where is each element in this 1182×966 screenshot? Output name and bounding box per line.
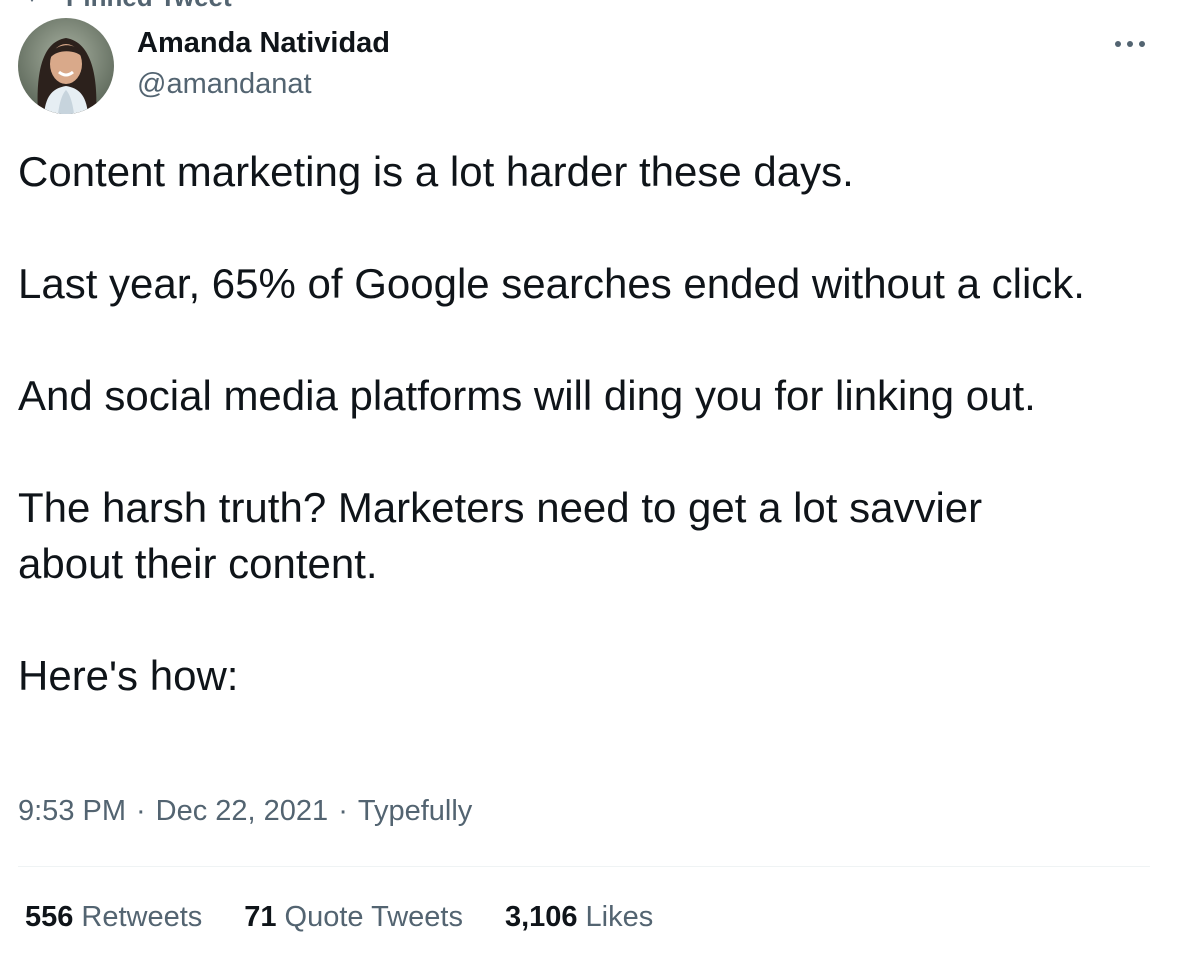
quote-tweets-stat[interactable]: 71 Quote Tweets bbox=[244, 901, 463, 934]
quote-tweets-count: 71 bbox=[244, 901, 277, 933]
tweet-source[interactable]: Typefully bbox=[358, 795, 472, 828]
tweet-paragraph: Here's how: bbox=[18, 652, 239, 699]
more-dots-icon bbox=[1115, 41, 1145, 47]
divider bbox=[18, 866, 1150, 867]
author-display-name[interactable]: Amanda Natividad bbox=[137, 27, 390, 60]
pin-icon bbox=[18, 0, 46, 8]
tweet-text: Content marketing is a lot harder these … bbox=[18, 144, 1168, 704]
tweet-metadata: 9:53 PM · Dec 22, 2021 · Typefully bbox=[18, 795, 472, 828]
tweet-time[interactable]: 9:53 PM bbox=[18, 795, 126, 828]
retweets-label: Retweets bbox=[81, 901, 203, 933]
tweet-paragraph: Last year, 65% of Google searches ended … bbox=[18, 260, 1085, 307]
tweet-paragraph: Content marketing is a lot harder these … bbox=[18, 148, 854, 195]
tweet-paragraph: And social media platforms will ding you… bbox=[18, 372, 1036, 419]
likes-label: Likes bbox=[585, 901, 654, 933]
retweets-stat[interactable]: 556 Retweets bbox=[25, 901, 202, 934]
tweet-date[interactable]: Dec 22, 2021 bbox=[156, 795, 329, 828]
pinned-tweet-indicator: Pinned Tweet bbox=[18, 0, 232, 12]
likes-count: 3,106 bbox=[504, 901, 578, 933]
quote-tweets-label: Quote Tweets bbox=[284, 901, 463, 933]
likes-stat[interactable]: 3,106 Likes bbox=[505, 901, 653, 934]
more-options-button[interactable] bbox=[1108, 26, 1152, 62]
pinned-label: Pinned Tweet bbox=[66, 0, 232, 13]
meta-separator: · bbox=[136, 795, 146, 827]
tweet-paragraph: The harsh truth? Marketers need to get a… bbox=[18, 484, 983, 587]
avatar[interactable] bbox=[18, 18, 114, 114]
meta-separator: · bbox=[338, 795, 348, 827]
retweets-count: 556 bbox=[25, 901, 74, 933]
tweet-stats: 556 Retweets 71 Quote Tweets 3,106 Likes bbox=[25, 901, 695, 934]
author-handle[interactable]: @amandanat bbox=[137, 68, 312, 101]
